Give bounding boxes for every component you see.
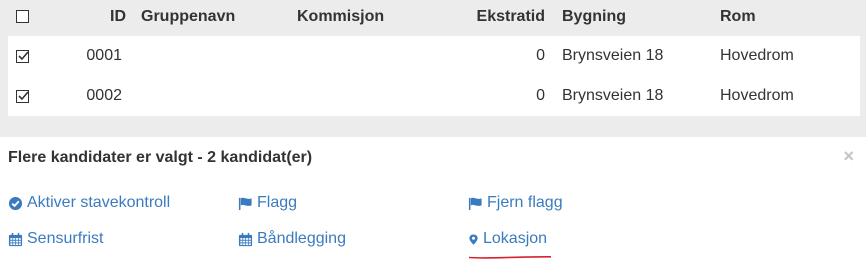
row-checkbox[interactable] xyxy=(16,50,29,63)
annotation-underline xyxy=(468,255,552,259)
table-header: ID Gruppenavn Kommisjon Ekstratid Bygnin… xyxy=(0,0,866,36)
close-icon[interactable]: × xyxy=(843,146,854,166)
cell-id: 0002 xyxy=(86,87,122,104)
table-row[interactable]: 0002 0 Brynsveien 18 Hovedrom xyxy=(8,76,860,116)
action-label: Fjern flagg xyxy=(487,194,563,211)
check-circle-icon xyxy=(8,196,23,210)
location-button[interactable]: Lokasjon xyxy=(468,230,547,248)
lock-down-button[interactable]: Båndlegging xyxy=(238,230,346,248)
checkmark-icon xyxy=(18,91,29,101)
cell-id: 0001 xyxy=(86,47,122,64)
action-label: Lokasjon xyxy=(483,230,548,247)
cell-extra-time: 0 xyxy=(536,87,545,104)
grading-deadline-button[interactable]: Sensurfrist xyxy=(8,230,103,248)
action-label: Aktiver stavekontroll xyxy=(27,194,171,211)
header-room[interactable]: Rom xyxy=(720,7,756,27)
header-group-name[interactable]: Gruppenavn xyxy=(141,7,235,27)
flag-icon xyxy=(468,197,482,210)
table-body: 0001 0 Brynsveien 18 Hovedrom 0002 0 Bry… xyxy=(8,36,860,116)
header-commission[interactable]: Kommisjon xyxy=(297,7,384,27)
cell-room: Hovedrom xyxy=(720,87,794,104)
header-extra-time[interactable]: Ekstratid xyxy=(465,7,545,27)
header-id[interactable]: ID xyxy=(66,7,126,27)
map-marker-icon xyxy=(469,234,478,245)
table-row[interactable]: 0001 0 Brynsveien 18 Hovedrom xyxy=(8,36,860,76)
cell-building: Brynsveien 18 xyxy=(562,47,664,64)
panel-title: Flere kandidater er valgt - 2 kandidat(e… xyxy=(8,149,313,166)
action-label: Flagg xyxy=(257,194,298,211)
action-label: Båndlegging xyxy=(257,230,346,247)
remove-flag-button[interactable]: Fjern flagg xyxy=(468,194,563,212)
checkmark-icon xyxy=(18,51,29,61)
enable-spellcheck-button[interactable]: Aktiver stavekontroll xyxy=(8,194,170,212)
candidate-table: ID Gruppenavn Kommisjon Ekstratid Bygnin… xyxy=(0,0,866,118)
cell-extra-time: 0 xyxy=(536,47,545,64)
flag-button[interactable]: Flagg xyxy=(238,194,297,212)
cell-room: Hovedrom xyxy=(720,47,794,64)
select-all-checkbox[interactable] xyxy=(16,10,29,23)
flag-icon xyxy=(238,197,252,210)
action-label: Sensurfrist xyxy=(27,230,104,247)
row-checkbox[interactable] xyxy=(16,90,29,103)
header-building[interactable]: Bygning xyxy=(562,7,626,27)
cell-building: Brynsveien 18 xyxy=(562,87,664,104)
bulk-action-panel: Flere kandidater er valgt - 2 kandidat(e… xyxy=(0,137,866,266)
calendar-icon xyxy=(8,232,23,246)
calendar-icon xyxy=(238,232,253,246)
